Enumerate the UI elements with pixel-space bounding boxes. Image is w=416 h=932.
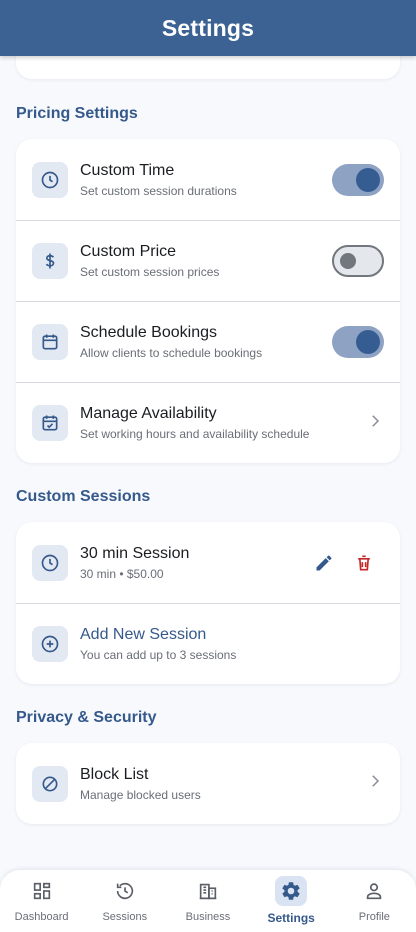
custom-price-toggle[interactable] xyxy=(332,245,384,277)
app-bar: Settings xyxy=(0,0,416,56)
block-icon xyxy=(32,765,68,802)
schedule-bookings-subtitle: Allow clients to schedule bookings xyxy=(80,346,263,360)
nav-item-settings[interactable]: Settings xyxy=(250,876,333,925)
add-circle-icon xyxy=(32,626,68,662)
delete-session-button[interactable] xyxy=(344,543,384,583)
section-title-privacy: Privacy & Security xyxy=(16,709,157,726)
dashboard-icon xyxy=(26,876,58,906)
dollar-icon xyxy=(32,243,68,279)
custom-price-subtitle: Set custom session prices xyxy=(80,265,220,279)
nav-item-business[interactable]: Business xyxy=(166,876,249,923)
nav-label-profile: Profile xyxy=(358,911,390,923)
custom-time-title: Custom Time xyxy=(80,161,175,179)
history-icon xyxy=(109,876,141,906)
custom-time-toggle[interactable] xyxy=(332,163,384,196)
business-icon xyxy=(192,876,224,906)
nav-label-settings: Settings xyxy=(267,911,315,925)
nav-item-profile[interactable]: Profile xyxy=(333,876,416,923)
pricing-settings-card: Custom Time Set custom session durations… xyxy=(16,139,400,463)
add-session-row[interactable]: Add New Session You can add up to 3 sess… xyxy=(16,603,400,684)
block-list-subtitle: Manage blocked users xyxy=(80,787,201,802)
pencil-icon xyxy=(316,554,332,570)
block-list-row[interactable]: Block List Manage blocked users xyxy=(16,743,400,824)
gear-icon xyxy=(275,876,308,906)
session-row: 30 min Session 30 min • $50.00 xyxy=(16,522,400,603)
session-title: 30 min Session xyxy=(80,544,190,562)
manage-availability-subtitle: Set working hours and availability sched… xyxy=(80,427,310,441)
nav-label-dashboard: Dashboard xyxy=(14,911,69,923)
schedule-bookings-row: Schedule Bookings Allow clients to sched… xyxy=(16,301,400,382)
block-list-title: Block List xyxy=(80,765,149,783)
custom-price-title: Custom Price xyxy=(80,243,177,260)
custom-sessions-card: 30 min Session 30 min • $50.00 Add New S… xyxy=(16,522,400,684)
clock-icon xyxy=(32,161,68,198)
session-subtitle: 30 min • $50.00 xyxy=(80,566,164,581)
add-session-title: Add New Session xyxy=(80,626,207,643)
trash-icon xyxy=(358,555,370,570)
manage-availability-row[interactable]: Manage Availability Set working hours an… xyxy=(16,382,400,463)
schedule-bookings-toggle[interactable] xyxy=(332,326,384,358)
schedule-bookings-title: Schedule Bookings xyxy=(80,324,217,341)
nav-label-business: Business xyxy=(185,911,231,923)
section-title-pricing: Pricing Settings xyxy=(16,105,138,122)
add-session-subtitle: You can add up to 3 sessions xyxy=(80,648,237,662)
custom-price-row: Custom Price Set custom session prices xyxy=(16,220,400,301)
nav-item-dashboard[interactable]: Dashboard xyxy=(0,876,83,923)
person-icon xyxy=(358,876,390,906)
section-title-sessions: Custom Sessions xyxy=(16,488,151,505)
custom-time-row: Custom Time Set custom session durations xyxy=(16,139,400,220)
calendar-check-icon xyxy=(32,405,68,441)
nav-item-sessions[interactable]: Sessions xyxy=(83,876,166,923)
chevron-right-icon xyxy=(366,412,384,435)
chevron-right-icon xyxy=(366,772,384,795)
edit-session-button[interactable] xyxy=(304,543,344,583)
nav-label-sessions: Sessions xyxy=(102,911,148,923)
privacy-card: Block List Manage blocked users xyxy=(16,743,400,824)
calendar-icon xyxy=(32,324,68,360)
custom-time-subtitle: Set custom session durations xyxy=(80,183,237,198)
page-title: Settings xyxy=(161,14,255,41)
clock-icon xyxy=(32,544,68,581)
manage-availability-title: Manage Availability xyxy=(80,405,217,422)
bottom-navigation: Dashboard Sessions Business Settings Pro… xyxy=(0,870,416,932)
